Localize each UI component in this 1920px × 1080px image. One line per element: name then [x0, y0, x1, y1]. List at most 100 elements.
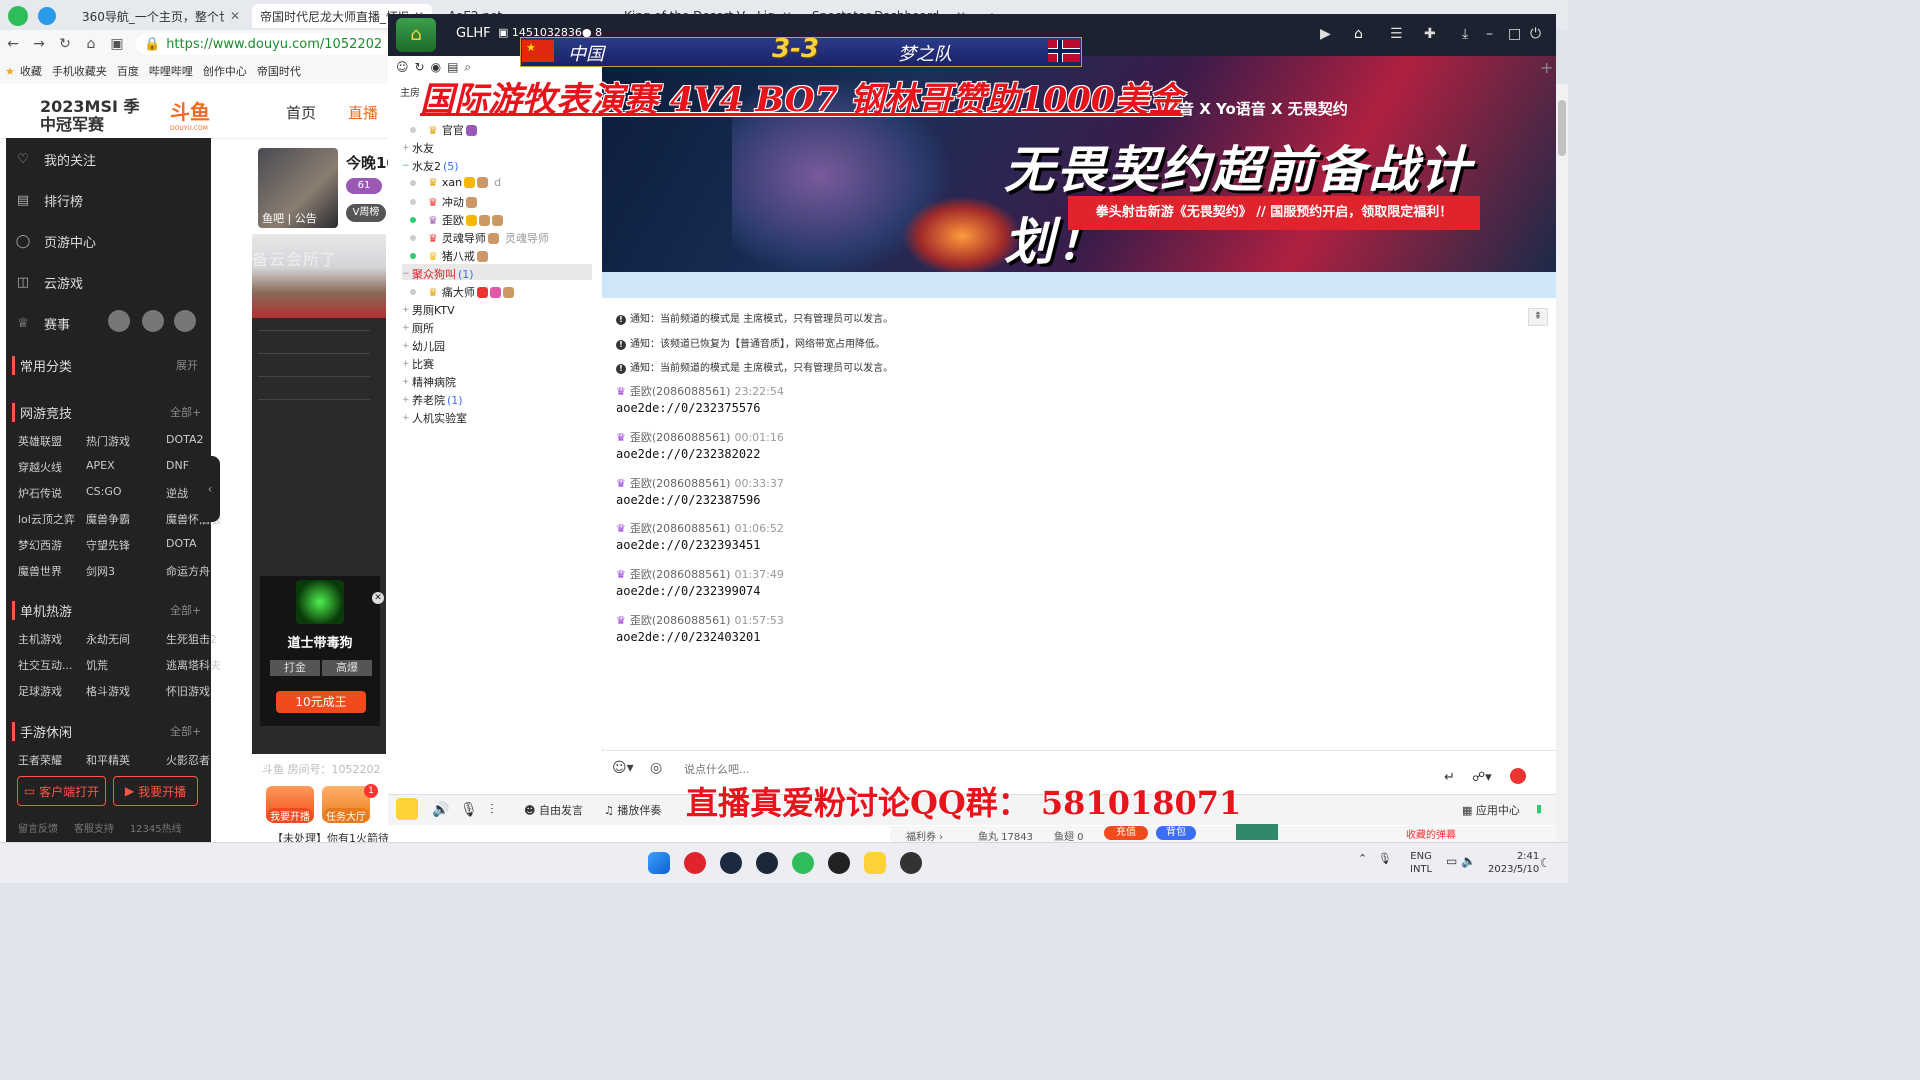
sidebar-collapse-button[interactable]: ‹: [200, 456, 220, 522]
ad-button-gold[interactable]: 打金: [270, 660, 320, 676]
channel-shuiyou[interactable]: + 水友: [402, 140, 434, 156]
tab-360[interactable]: 360导航_一个主页，整个世界 ✕: [74, 4, 248, 28]
input-language[interactable]: ENG INTL: [1410, 850, 1432, 876]
section-more-link[interactable]: 全部+: [170, 404, 201, 420]
category-link[interactable]: 穿越火线: [18, 459, 62, 475]
list-icon[interactable]: ☰: [1390, 26, 1403, 42]
category-link[interactable]: 足球游戏: [18, 683, 62, 699]
sidebar-item-webgame[interactable]: ◯ 页游中心: [14, 232, 96, 251]
home-icon[interactable]: ⌂: [78, 36, 104, 52]
kpl-logo-icon[interactable]: [174, 310, 196, 332]
message-text[interactable]: aoe2de://0/232382022: [616, 447, 761, 461]
ad-button-drop[interactable]: 高爆: [322, 660, 372, 676]
forward-icon[interactable]: →: [26, 36, 52, 52]
common-expand-link[interactable]: 展开: [176, 357, 198, 373]
footer-link[interactable]: 留言反馈: [18, 824, 58, 835]
sidebar-item-events[interactable]: ♕ 赛事: [14, 314, 70, 333]
channel-item[interactable]: + 幼儿园: [402, 338, 447, 354]
wallet-icon[interactable]: ▣: [104, 36, 130, 52]
obs-icon[interactable]: [828, 852, 850, 874]
screen-share-icon[interactable]: ▶: [1320, 26, 1331, 42]
plus-icon[interactable]: +: [1540, 58, 1553, 77]
user-row[interactable]: ♛ 冲动: [410, 194, 483, 210]
category-link[interactable]: 守望先锋: [86, 537, 130, 553]
message-text[interactable]: aoe2de://0/232403201: [616, 630, 761, 644]
back-icon[interactable]: ←: [0, 36, 26, 52]
category-link[interactable]: 王者荣耀: [18, 752, 62, 768]
category-link[interactable]: 梦幻西游: [18, 537, 62, 553]
bookmark-item[interactable]: 收藏: [20, 63, 42, 79]
qq-icon[interactable]: [900, 852, 922, 874]
close-icon[interactable]: ✕: [230, 9, 240, 23]
message-user[interactable]: 歪欧(2086088561): [630, 522, 731, 535]
channel-item[interactable]: + 比赛: [402, 356, 436, 372]
channel-item[interactable]: + 男厕KTV: [402, 302, 457, 318]
message-text[interactable]: aoe2de://0/232387596: [616, 493, 761, 507]
category-link[interactable]: lol云顶之弈: [18, 511, 75, 527]
bookmark-item[interactable]: 手机收藏夹: [52, 63, 107, 79]
scrollbar-thumb[interactable]: [1558, 100, 1566, 156]
sidebar-item-follow[interactable]: ♡ 我的关注: [14, 150, 96, 169]
category-link[interactable]: 魔兽争霸: [86, 511, 130, 527]
home-icon[interactable]: ⌂: [1354, 26, 1363, 42]
gamepad-icon[interactable]: ✚: [1424, 26, 1436, 42]
welfare-link[interactable]: 福利券 ›: [906, 828, 943, 843]
category-link[interactable]: 逆战: [166, 485, 188, 501]
message-text[interactable]: aoe2de://0/232399074: [616, 584, 761, 598]
send-icon[interactable]: ↵: [1444, 770, 1455, 785]
category-link[interactable]: APEX: [86, 459, 115, 472]
sticker-icon[interactable]: ◎: [650, 760, 662, 776]
category-link[interactable]: DOTA: [166, 537, 197, 550]
url-field[interactable]: 🔒 https://www.douyu.com/1052202: [136, 33, 390, 55]
nav-home[interactable]: 首页: [286, 102, 316, 123]
chevron-up-icon[interactable]: ⌃: [1358, 852, 1367, 865]
section-more-link[interactable]: 全部+: [170, 602, 201, 618]
speaker-icon[interactable]: 🔊: [432, 802, 449, 818]
msi-logo[interactable]: 2023MSI 季中冠军赛: [40, 98, 150, 134]
message-text[interactable]: aoe2de://0/232375576: [616, 401, 761, 415]
channel-juzhong[interactable]: − 聚众狗叫 (1): [402, 266, 474, 282]
bookmark-item[interactable]: 哔哩哔哩: [149, 63, 193, 79]
chat-input[interactable]: [684, 762, 1424, 776]
category-link[interactable]: 英雄联盟: [18, 433, 62, 449]
category-link[interactable]: 格斗游戏: [86, 683, 130, 699]
user-row[interactable]: ♛ 灵魂导师 灵魂导师: [410, 230, 549, 246]
user-tongdashi[interactable]: ♛ 痛大师: [410, 284, 514, 300]
channel-item[interactable]: + 养老院 (1): [402, 392, 463, 408]
lol-logo-icon[interactable]: [108, 310, 130, 332]
user-row[interactable]: ♛ 歪欧: [410, 212, 509, 228]
category-link[interactable]: 逃离塔科夫: [166, 657, 221, 673]
channel-item[interactable]: + 精神病院: [402, 374, 458, 390]
sidebar-item-cloudgame[interactable]: ◫ 云游戏: [14, 273, 83, 292]
category-link[interactable]: 热门游戏: [86, 433, 130, 449]
free-speak-button[interactable]: ☻ 自由发言: [524, 802, 583, 818]
nav-live[interactable]: 直播: [348, 102, 378, 123]
emoji-icon[interactable]: ☺▾: [612, 760, 634, 776]
rose-icon[interactable]: [1510, 768, 1526, 784]
message-user[interactable]: 歪欧(2086088561): [630, 614, 731, 627]
message-user[interactable]: 歪欧(2086088561): [630, 431, 731, 444]
category-link[interactable]: 火影忍者: [166, 752, 210, 768]
mixer-icon[interactable]: ⫶: [490, 802, 494, 818]
category-link[interactable]: CS:GO: [86, 485, 122, 498]
power-icon[interactable]: ⏻: [1530, 26, 1541, 42]
app-center-button[interactable]: ▦ 应用中心: [1462, 802, 1520, 818]
banner-cta[interactable]: 拳头射击新游《无畏契约》 // 国服预约开启，领取限定福利！: [1068, 196, 1480, 230]
user-row[interactable]: ♛ xan d: [410, 176, 501, 189]
minimize-icon[interactable]: –: [1486, 26, 1493, 42]
category-link[interactable]: 社交互动...: [18, 657, 73, 673]
category-link[interactable]: 生死狙击2: [166, 631, 217, 647]
saved-danmaku-link[interactable]: 收藏的弹幕: [1406, 826, 1456, 841]
section-more-link[interactable]: 全部+: [170, 723, 201, 739]
user-guanguan[interactable]: ♛ 官官: [410, 122, 477, 138]
telegram-icon[interactable]: [38, 7, 56, 25]
notification-icon[interactable]: ☾: [1540, 856, 1551, 870]
browser-logo-icon[interactable]: [8, 6, 28, 26]
channel-item[interactable]: + 厕所: [402, 320, 436, 336]
comment-icon[interactable]: ☍▾: [1472, 770, 1492, 785]
message-user[interactable]: 歪欧(2086088561): [630, 568, 731, 581]
bookmark-item[interactable]: 帝国时代: [257, 63, 301, 79]
douyu-logo[interactable]: 斗鱼 DOUYU.COM: [170, 96, 232, 132]
bag-button[interactable]: 背包: [1156, 826, 1196, 840]
scroll-top-button[interactable]: ⇞: [1528, 308, 1548, 326]
